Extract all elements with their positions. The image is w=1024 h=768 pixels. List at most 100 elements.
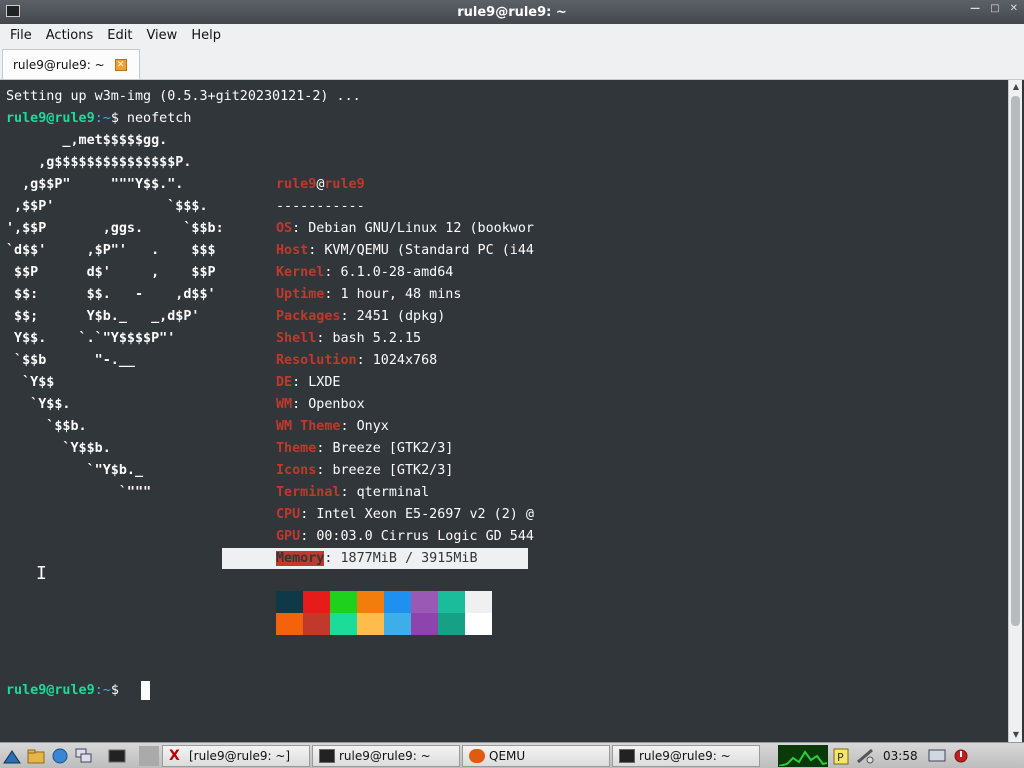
color-swatch — [384, 591, 411, 613]
ibeam-cursor-icon: I — [36, 563, 47, 584]
browser-icon[interactable] — [49, 745, 71, 767]
info-label: Host — [276, 243, 309, 258]
color-swatch — [438, 591, 465, 613]
info-label: DE — [276, 375, 293, 390]
terminal-icon — [319, 748, 335, 763]
info-row: Memory: 1877MiB / 3915MiB — [276, 548, 478, 570]
info-label: Packages — [276, 309, 341, 324]
scroll-up-icon[interactable]: ▲ — [1009, 80, 1023, 94]
qemu-icon — [469, 748, 485, 763]
info-value: Debian GNU/Linux 12 (bookwor — [308, 221, 534, 236]
start-menu-icon[interactable] — [1, 745, 23, 767]
menu-help[interactable]: Help — [185, 28, 227, 43]
clock[interactable]: 03:58 — [883, 749, 918, 763]
info-separator: ----------- — [276, 199, 365, 214]
prompt-line-current: rule9@rule9:~$ — [6, 680, 119, 702]
logo-line: ',$$P ,ggs. `$$b: — [6, 221, 224, 236]
terminal-window-icon[interactable] — [6, 5, 20, 17]
info-host: rule9 — [324, 177, 365, 192]
info-label: WM — [276, 397, 293, 412]
prompt-symbol: $ — [110, 683, 119, 698]
text-cursor — [141, 681, 150, 700]
network-icon[interactable] — [854, 745, 876, 767]
logo-line: `$$b. — [6, 419, 87, 434]
terminal-icon — [619, 748, 635, 763]
info-colon: : — [340, 485, 357, 500]
command-text: neofetch — [118, 111, 192, 126]
info-row: Terminal: qterminal — [276, 482, 429, 504]
terminal-launcher-icon[interactable] — [97, 745, 137, 767]
color-swatch — [276, 591, 303, 613]
info-label: OS — [276, 221, 293, 236]
info-value: Breeze [GTK2/3] — [332, 441, 454, 456]
logo-line: ,g$$$$$$$$$$$$$$$P. — [6, 155, 192, 170]
taskbar: X [rule9@rule9: ~] rule9@rule9: ~ QEMU r… — [0, 742, 1024, 768]
info-row: Packages: 2451 (dpkg) — [276, 306, 445, 328]
info-user: rule9 — [276, 177, 317, 192]
color-swatch — [465, 613, 492, 635]
prompt-user: rule9@rule9 — [6, 683, 95, 698]
vertical-scrollbar[interactable]: ▲ ▼ — [1008, 80, 1022, 742]
info-colon: : — [308, 243, 325, 258]
task-qemu[interactable]: QEMU — [462, 744, 610, 767]
info-row: DE: LXDE — [276, 372, 341, 394]
maximize-icon[interactable]: □ — [990, 3, 999, 14]
info-value: 1024x768 — [372, 353, 438, 368]
logo-line: $$: $$. - ,d$$' — [6, 287, 216, 302]
info-label: Terminal — [276, 485, 341, 500]
color-swatch — [357, 591, 384, 613]
color-swatch — [411, 591, 438, 613]
info-value: Intel Xeon E5-2697 v2 (2) @ — [316, 507, 534, 522]
svg-text:P: P — [837, 751, 844, 764]
close-icon[interactable]: ✕ — [1010, 3, 1018, 14]
info-label: Icons — [276, 463, 317, 478]
info-label: GPU — [276, 529, 301, 544]
info-row: OS: Debian GNU/Linux 12 (bookwor — [276, 218, 534, 240]
tab-close-icon[interactable]: ✕ — [114, 58, 127, 71]
info-value: Openbox — [308, 397, 365, 412]
info-row: Host: KVM/QEMU (Standard PC (i44 — [276, 240, 534, 262]
info-value: KVM/QEMU (Standard PC (i44 — [324, 243, 534, 258]
color-swatch — [411, 613, 438, 635]
task-terminal-1[interactable]: rule9@rule9: ~ — [312, 744, 460, 767]
logo-line: `$$b "-.__ — [6, 353, 135, 368]
info-row: WM: Openbox — [276, 394, 365, 416]
info-colon: : — [316, 441, 333, 456]
desktop-switch-icon[interactable] — [73, 745, 95, 767]
info-label: Resolution — [276, 353, 357, 368]
logo-line: Y$$. `.`"Y$$$$P"' — [6, 331, 176, 346]
info-label: Memory — [276, 551, 325, 566]
info-colon: : — [324, 287, 341, 302]
menu-actions[interactable]: Actions — [40, 28, 100, 43]
info-value: 00:03.0 Cirrus Logic GD 544 — [316, 529, 534, 544]
files-icon[interactable] — [25, 745, 47, 767]
cpu-monitor-icon[interactable] — [778, 744, 828, 767]
info-value: 2451 (dpkg) — [356, 309, 446, 324]
terminal-view[interactable]: Setting up w3m-img (0.5.3+git20230121-2)… — [2, 80, 1008, 742]
logo-line: ,g$$P" """Y$$.". — [6, 177, 184, 192]
color-swatch — [303, 613, 330, 635]
logo-line: _,met$$$$$gg. — [6, 133, 168, 148]
scroll-down-icon[interactable]: ▼ — [1009, 728, 1023, 742]
clipboard-icon[interactable]: P — [830, 745, 852, 767]
task-terminal-2[interactable]: rule9@rule9: ~ — [612, 744, 760, 767]
menu-file[interactable]: File — [4, 28, 38, 43]
window-titlebar[interactable]: rule9@rule9: ~ — □ ✕ — [0, 0, 1024, 24]
info-header: rule9@rule9 — [276, 174, 365, 196]
power-icon[interactable] — [950, 745, 972, 767]
minimize-icon[interactable]: — — [970, 3, 980, 14]
logo-line: `Y$$b. — [6, 441, 111, 456]
window-title: rule9@rule9: ~ — [457, 4, 567, 20]
prompt-symbol: $ — [110, 111, 119, 126]
screen-lock-icon[interactable] — [926, 745, 948, 767]
info-label: CPU — [276, 507, 301, 522]
prompt-path: :~ — [94, 683, 111, 698]
color-swatch — [303, 591, 330, 613]
desktop-pager[interactable] — [139, 745, 159, 766]
menu-edit[interactable]: Edit — [101, 28, 138, 43]
task-xterm[interactable]: X [rule9@rule9: ~] — [162, 744, 310, 767]
menu-view[interactable]: View — [140, 28, 183, 43]
tab-terminal[interactable]: rule9@rule9: ~ ✕ — [2, 49, 140, 79]
scrollbar-thumb[interactable] — [1011, 96, 1020, 626]
logo-line: ,$$P' `$$$. — [6, 199, 208, 214]
